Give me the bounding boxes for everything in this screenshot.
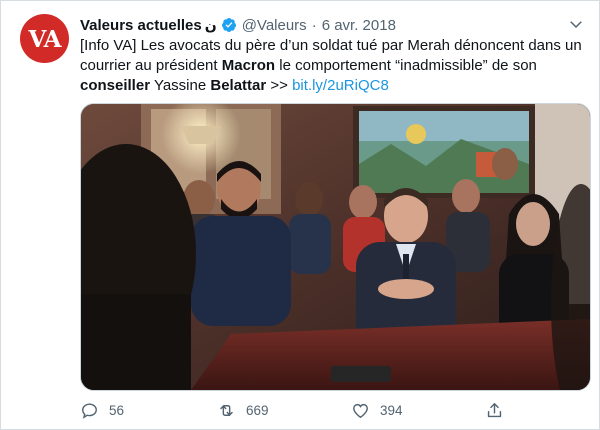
verified-badge-icon	[221, 18, 236, 32]
tweet-text-bold: Macron	[221, 57, 276, 74]
tweet-photo[interactable]	[80, 103, 591, 391]
reply-icon	[82, 402, 97, 419]
author-handle[interactable]: @Valeurs	[242, 17, 307, 34]
retweet-icon	[220, 404, 233, 416]
author-name[interactable]: Valeurs actuelles	[80, 17, 202, 34]
tweet-header: Valeurs actuelles ن @Valeurs · 6 avr. 20…	[80, 15, 585, 35]
reply-count: 56	[109, 402, 125, 418]
retweet-count: 669	[246, 402, 269, 418]
tweet-link[interactable]: bit.ly/2uRiQC8	[292, 77, 389, 94]
tweet-actions: 56 669 394	[80, 397, 510, 423]
chevron-down-icon[interactable]	[567, 15, 585, 33]
share-button[interactable]	[485, 397, 514, 423]
photo-scene	[81, 104, 590, 390]
tweet-text-segment: >>	[266, 77, 293, 94]
tweet-date[interactable]: 6 avr. 2018	[322, 17, 396, 34]
heart-icon	[353, 403, 368, 418]
like-button[interactable]: 394	[351, 397, 403, 423]
author-name-suffix: ن	[204, 16, 217, 33]
tweet-text-bold: Belattar	[210, 77, 267, 94]
avatar-monogram: VA	[28, 25, 62, 53]
tweet-text-segment: le comportement “inadmissible” de son	[275, 57, 537, 74]
reply-button[interactable]: 56	[80, 397, 124, 423]
tweet-text-segment: Yassine	[150, 77, 211, 94]
tweet-text: [Info VA] Les avocats du père d’un solda…	[80, 36, 590, 96]
avatar[interactable]: VA	[20, 14, 69, 63]
tweet-text-bold: conseiller	[80, 77, 151, 94]
retweet-button[interactable]: 669	[217, 397, 269, 423]
share-icon	[487, 402, 502, 417]
header-separator: ·	[311, 16, 317, 34]
like-count: 394	[380, 402, 403, 418]
tweet-card[interactable]: VA Valeurs actuelles ن @Valeurs · 6 avr.…	[0, 0, 600, 430]
